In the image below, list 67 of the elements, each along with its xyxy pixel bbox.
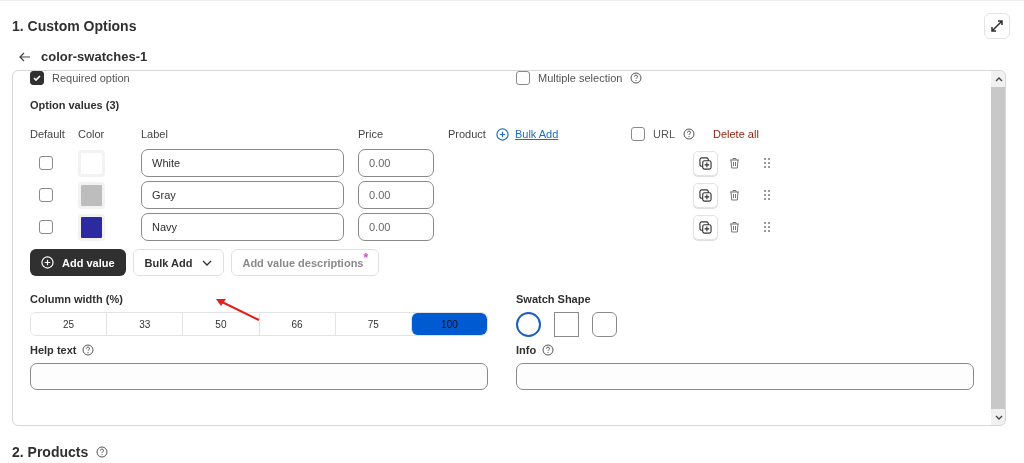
drag-handle-icon[interactable] <box>764 190 770 200</box>
column-header: Label <box>141 128 168 140</box>
bulk-add-link[interactable]: Bulk Add <box>514 128 559 140</box>
url-checkbox[interactable] <box>631 127 645 141</box>
option-values-title: Option values (3) <box>30 99 121 111</box>
default-checkbox[interactable] <box>39 220 53 234</box>
field-label: Column width (%) <box>30 293 123 305</box>
add-value-descriptions-button[interactable]: Add value descriptions* <box>231 249 380 276</box>
trash-icon[interactable] <box>729 221 740 233</box>
plus-circle-icon[interactable] <box>495 127 509 141</box>
duplicate-icon <box>699 220 712 234</box>
check-icon <box>32 73 42 83</box>
section-title: 2. Products <box>12 444 89 460</box>
duplicate-icon <box>699 188 712 202</box>
drag-handle-icon[interactable] <box>764 158 770 168</box>
trash-icon[interactable] <box>729 157 740 169</box>
column-header: Default <box>30 128 65 140</box>
column-header: Price <box>358 128 384 140</box>
expand-button[interactable] <box>984 13 1010 39</box>
duplicate-button[interactable] <box>693 182 718 208</box>
label-input[interactable]: Navy <box>141 213 344 241</box>
help-icon[interactable] <box>82 344 95 356</box>
help-icon[interactable] <box>96 446 109 458</box>
help-icon[interactable] <box>542 344 555 356</box>
scroll-down-icon[interactable] <box>995 414 1003 420</box>
checkbox[interactable] <box>516 71 530 85</box>
field-label: Info <box>516 344 537 356</box>
chevron-down-icon <box>202 259 213 266</box>
help-icon[interactable] <box>683 128 695 140</box>
price-input[interactable]: 0.00 <box>358 181 434 209</box>
price-input[interactable]: 0.00 <box>358 213 434 241</box>
checkbox-label: Multiple selection <box>538 72 623 84</box>
duplicate-button[interactable] <box>693 150 718 176</box>
duplicate-button[interactable] <box>693 214 718 240</box>
plus-circle-icon <box>41 256 54 269</box>
trash-icon[interactable] <box>729 189 740 201</box>
field-label: Swatch Shape <box>516 293 591 305</box>
color-swatch[interactable] <box>78 181 105 209</box>
default-checkbox[interactable] <box>39 156 53 170</box>
column-header: Color <box>78 128 105 140</box>
info-input[interactable] <box>516 363 974 390</box>
duplicate-icon <box>699 156 712 170</box>
delete-all-link[interactable]: Delete all <box>713 128 759 140</box>
scrollbar[interactable] <box>991 71 1005 425</box>
back-arrow-icon[interactable] <box>19 51 31 62</box>
color-swatch[interactable] <box>78 213 105 241</box>
scroll-up-icon[interactable] <box>995 76 1003 82</box>
field-label: Help text <box>30 344 77 356</box>
label-input[interactable]: Gray <box>141 181 344 209</box>
column-header: Product <box>448 128 486 140</box>
help-icon[interactable] <box>630 72 643 84</box>
section-title: 1. Custom Options <box>12 18 137 34</box>
checkbox[interactable] <box>30 71 44 85</box>
price-input[interactable]: 0.00 <box>358 149 434 177</box>
drag-handle-icon[interactable] <box>764 222 770 232</box>
help-text-input[interactable] <box>30 363 488 390</box>
add-value-button[interactable]: Add value <box>30 249 126 276</box>
label-input[interactable]: White <box>141 149 344 177</box>
circle-shape-option[interactable] <box>516 312 541 337</box>
checkbox-label: URL <box>653 128 675 140</box>
expand-icon <box>990 19 1004 33</box>
option-name: color-swatches-1 <box>41 49 148 64</box>
rounded-shape-option[interactable] <box>592 312 617 337</box>
default-checkbox[interactable] <box>39 188 53 202</box>
bulk-add-dropdown[interactable]: Bulk Add <box>132 249 225 276</box>
square-shape-option[interactable] <box>554 312 579 337</box>
checkbox-label: Required option <box>52 72 130 84</box>
